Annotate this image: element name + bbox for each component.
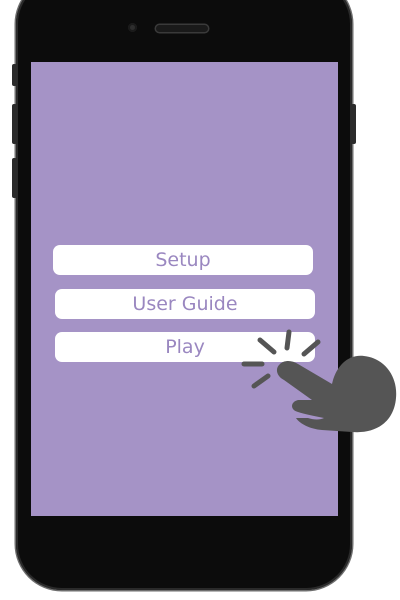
setup-button[interactable]: Setup [53, 245, 313, 275]
volume-up-button [12, 104, 17, 144]
tap-hand-icon [241, 329, 397, 433]
power-button [351, 104, 356, 144]
mute-switch [12, 64, 17, 86]
user-guide-button[interactable]: User Guide [55, 289, 315, 319]
camera-icon [128, 23, 137, 32]
pointing-hand-icon [276, 355, 397, 433]
app-screenshot: Setup User Guide Play [0, 0, 400, 600]
earpiece-speaker [156, 25, 208, 32]
volume-down-button [12, 158, 17, 198]
